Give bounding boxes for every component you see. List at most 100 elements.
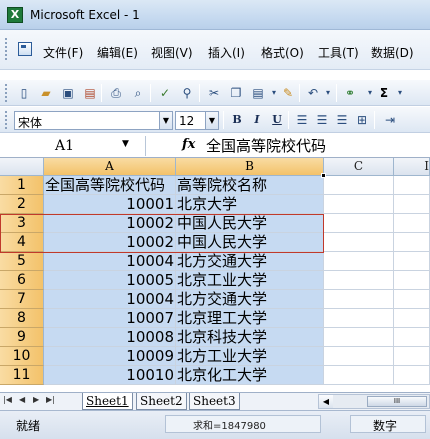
- tab-sheet3[interactable]: Sheet3: [189, 393, 240, 410]
- align-right-icon[interactable]: ☰: [334, 112, 350, 128]
- menu-tools[interactable]: 工具(T): [318, 44, 359, 61]
- cell-b[interactable]: 北京科技大学: [176, 328, 324, 347]
- name-box[interactable]: A1 ▼: [0, 136, 146, 156]
- cell-d[interactable]: [394, 233, 430, 252]
- increase-indent-icon[interactable]: ⇥: [382, 112, 398, 128]
- row-header[interactable]: 5: [0, 252, 44, 271]
- new-icon[interactable]: ▯: [16, 85, 32, 101]
- cell-d[interactable]: [394, 290, 430, 309]
- copy-icon[interactable]: ❐: [228, 85, 244, 101]
- cell-c[interactable]: [324, 195, 394, 214]
- save-icon[interactable]: ▣: [60, 85, 76, 101]
- menu-view[interactable]: 视图(V): [151, 44, 193, 61]
- cell-a[interactable]: 10002: [44, 214, 176, 233]
- merge-center-icon[interactable]: ⊞: [354, 112, 370, 128]
- cell-a[interactable]: 10004: [44, 252, 176, 271]
- cell-c[interactable]: [324, 290, 394, 309]
- cell-b[interactable]: 中国人民大学: [176, 233, 324, 252]
- cell-c[interactable]: [324, 271, 394, 290]
- cell-c[interactable]: [324, 176, 394, 195]
- cell-a[interactable]: 10009: [44, 347, 176, 366]
- cell-c[interactable]: [324, 252, 394, 271]
- prev-sheet-icon[interactable]: ◀: [19, 395, 25, 404]
- undo-icon[interactable]: ↶: [305, 85, 321, 101]
- toolbar-grip[interactable]: [5, 84, 8, 102]
- scroll-left-icon[interactable]: ◀: [319, 395, 333, 408]
- scroll-thumb[interactable]: III: [367, 396, 427, 407]
- cell-b[interactable]: 北京理工大学: [176, 309, 324, 328]
- open-folder-icon[interactable]: ▰: [38, 85, 54, 101]
- menu-edit[interactable]: 编辑(E): [97, 44, 138, 61]
- cell-b[interactable]: 北方工业大学: [176, 347, 324, 366]
- row-header[interactable]: 6: [0, 271, 44, 290]
- align-left-icon[interactable]: ☰: [294, 112, 310, 128]
- cell-c[interactable]: [324, 366, 394, 385]
- cell-a[interactable]: 10002: [44, 233, 176, 252]
- cell-d[interactable]: [394, 366, 430, 385]
- cut-icon[interactable]: ✂: [206, 85, 222, 101]
- tab-sheet2[interactable]: Sheet2: [136, 393, 187, 410]
- insert-function-icon[interactable]: fx: [182, 137, 195, 152]
- select-all-corner[interactable]: [0, 158, 44, 176]
- cell-c[interactable]: [324, 328, 394, 347]
- row-header[interactable]: 2: [0, 195, 44, 214]
- row-header[interactable]: 9: [0, 328, 44, 347]
- print-preview-icon[interactable]: ⌕: [130, 85, 146, 101]
- row-header[interactable]: 1: [0, 176, 44, 195]
- row-header[interactable]: 8: [0, 309, 44, 328]
- last-sheet-icon[interactable]: ▶|: [46, 395, 55, 404]
- excel-app-icon[interactable]: X: [7, 7, 23, 23]
- row-header[interactable]: 11: [0, 366, 44, 385]
- cell-d[interactable]: [394, 195, 430, 214]
- cell-a[interactable]: 10008: [44, 328, 176, 347]
- permission-icon[interactable]: ▤: [82, 85, 98, 101]
- first-sheet-icon[interactable]: |◀: [3, 395, 12, 404]
- column-header-c[interactable]: C: [324, 158, 394, 176]
- cell-a[interactable]: 10010: [44, 366, 176, 385]
- autosum-icon[interactable]: Σ: [376, 85, 392, 101]
- chevron-down-icon[interactable]: ▼: [122, 139, 129, 149]
- menu-data[interactable]: 数据(D): [371, 44, 414, 61]
- font-size-select[interactable]: 12 ▼: [175, 111, 219, 130]
- cell-b[interactable]: 中国人民大学: [176, 214, 324, 233]
- cell-d[interactable]: [394, 214, 430, 233]
- cell-b[interactable]: 北京大学: [176, 195, 324, 214]
- spelling-icon[interactable]: ✓: [157, 85, 173, 101]
- column-header-a[interactable]: A: [44, 158, 176, 176]
- cell-c[interactable]: [324, 347, 394, 366]
- cell-d[interactable]: [394, 252, 430, 271]
- cell-b[interactable]: 高等院校名称: [176, 176, 324, 195]
- tab-sheet1[interactable]: Sheet1: [82, 393, 133, 410]
- menu-file[interactable]: 文件(F): [43, 44, 83, 61]
- menu-format[interactable]: 格式(O): [261, 44, 304, 61]
- cell-c[interactable]: [324, 214, 394, 233]
- cell-d[interactable]: [394, 176, 430, 195]
- cell-c[interactable]: [324, 233, 394, 252]
- bold-button[interactable]: B: [229, 112, 245, 128]
- next-sheet-icon[interactable]: ▶: [33, 395, 39, 404]
- underline-button[interactable]: U: [269, 112, 285, 128]
- cell-c[interactable]: [324, 309, 394, 328]
- column-header-partial[interactable]: I: [394, 158, 430, 176]
- menu-insert[interactable]: 插入(I): [208, 44, 245, 61]
- fill-handle[interactable]: [321, 173, 326, 178]
- chevron-down-icon[interactable]: ▼: [159, 112, 172, 129]
- workbook-icon[interactable]: [18, 42, 32, 56]
- align-center-icon[interactable]: ☰: [314, 112, 330, 128]
- format-painter-icon[interactable]: ✎: [280, 85, 296, 101]
- chevron-down-icon[interactable]: ▼: [205, 112, 218, 129]
- cell-a[interactable]: 10001: [44, 195, 176, 214]
- cell-d[interactable]: [394, 309, 430, 328]
- cell-b[interactable]: 北京工业大学: [176, 271, 324, 290]
- hyperlink-icon[interactable]: ⚭: [342, 85, 358, 101]
- cell-b[interactable]: 北方交通大学: [176, 290, 324, 309]
- row-header[interactable]: 10: [0, 347, 44, 366]
- row-header[interactable]: 3: [0, 214, 44, 233]
- cell-a[interactable]: 10005: [44, 271, 176, 290]
- undo-dropdown-icon[interactable]: ▾: [320, 85, 336, 101]
- menubar-grip[interactable]: [5, 38, 8, 60]
- toolbar-grip[interactable]: [5, 111, 8, 129]
- row-header[interactable]: 4: [0, 233, 44, 252]
- research-icon[interactable]: ⚲: [179, 85, 195, 101]
- cell-a[interactable]: 10004: [44, 290, 176, 309]
